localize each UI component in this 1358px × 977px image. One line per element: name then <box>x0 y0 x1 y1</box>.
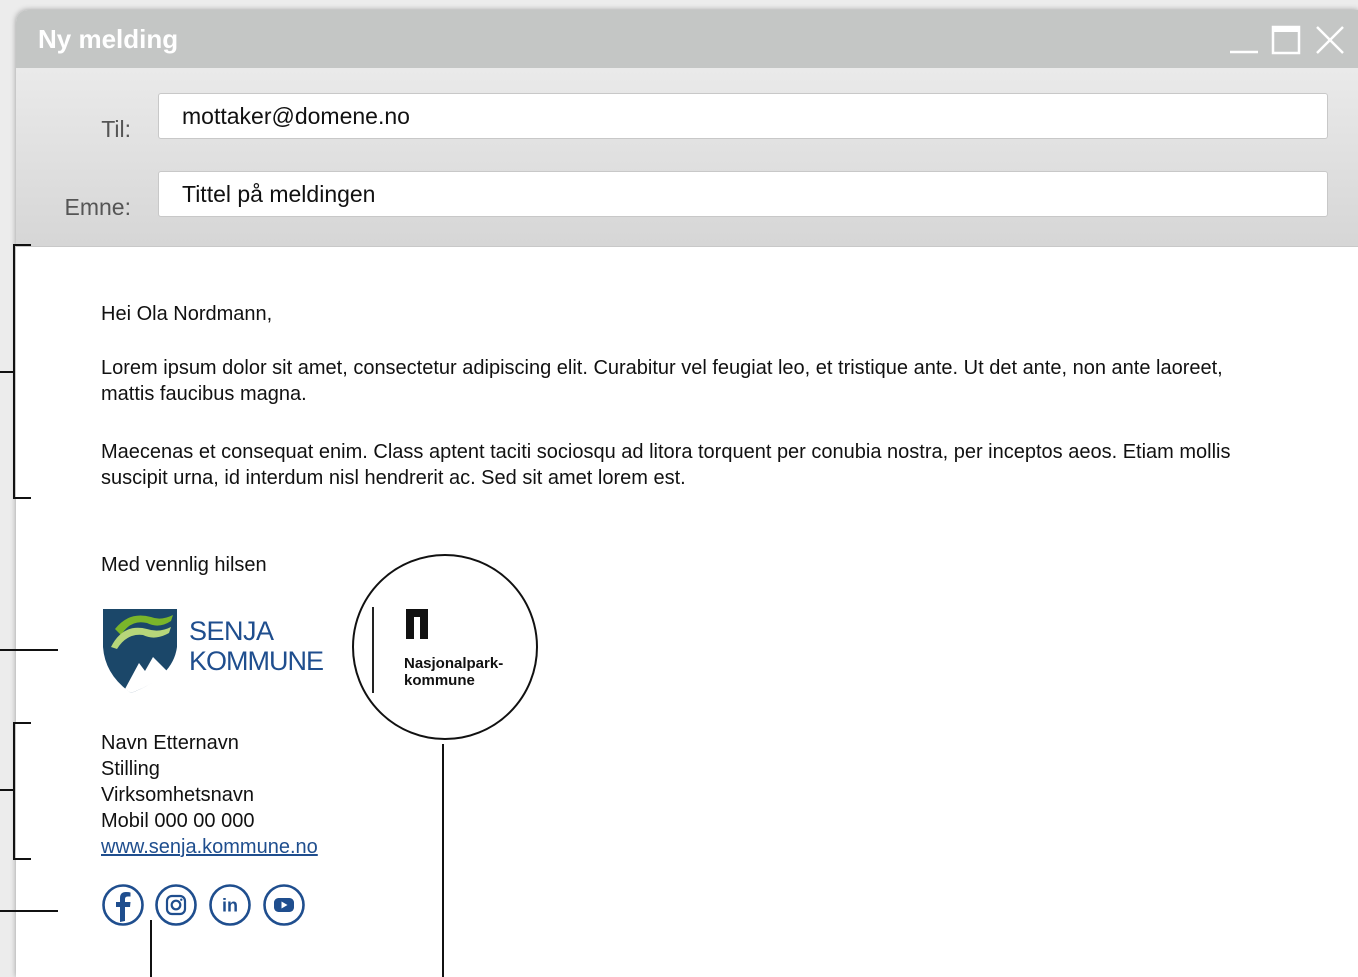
subject-field[interactable] <box>158 171 1328 217</box>
paragraph-1: Lorem ipsum dolor sit amet, consectetur … <box>101 357 1223 405</box>
signature-organization: Virksomhetsnavn <box>101 784 255 806</box>
callout-nasjonalpark-vertical <box>442 744 444 977</box>
window-title: Ny melding <box>38 24 179 54</box>
signature-name: Navn Etternavn <box>101 732 239 754</box>
signature-phone: Mobil 000 00 000 <box>101 810 255 832</box>
callout-social-vertical <box>150 920 152 977</box>
linkedin-icon[interactable]: in <box>208 883 252 927</box>
senja-logo-line-2: KOMMUNE <box>189 646 324 676</box>
youtube-icon[interactable] <box>262 883 306 927</box>
title-bar[interactable]: Ny melding <box>16 10 1358 68</box>
minimize-icon[interactable] <box>1228 24 1260 56</box>
compose-window: Ny melding Til: Emne: Hei Ola Nordmann, … <box>16 10 1358 977</box>
close-icon[interactable] <box>1314 24 1346 56</box>
greeting-text: Hei Ola Nordmann, <box>101 303 273 325</box>
callout-bracket-message-top <box>13 244 31 246</box>
message-header: Til: Emne: <box>16 68 1358 247</box>
callout-signature-pointer <box>0 789 14 791</box>
callout-social-pointer <box>0 910 58 912</box>
to-field[interactable] <box>158 93 1328 139</box>
paragraph-2: Maecenas et consequat enim. Class aptent… <box>101 441 1231 489</box>
callout-bracket-message-bottom <box>13 497 31 499</box>
svg-text:in: in <box>222 896 238 916</box>
message-body[interactable]: Hei Ola Nordmann, Lorem ipsum dolor sit … <box>16 247 1358 977</box>
instagram-icon[interactable] <box>154 883 198 927</box>
maximize-icon[interactable] <box>1270 24 1302 56</box>
coat-of-arms-icon <box>103 609 177 693</box>
signature-website-link[interactable]: www.senja.kommune.no <box>101 834 318 860</box>
nasjonalpark-logo-text: Nasjonalpark- kommune <box>404 655 503 689</box>
senja-kommune-logo: SENJA KOMMUNE <box>101 607 361 695</box>
highlight-circle <box>352 554 538 740</box>
callout-message-pointer <box>0 371 14 373</box>
facebook-icon[interactable] <box>101 883 145 927</box>
callout-bracket-signature-vertical <box>13 722 15 860</box>
np-text-line-1: Nasjonalpark- <box>404 655 504 672</box>
senja-logo-line-1: SENJA <box>189 616 274 646</box>
closing-text: Med vennlig hilsen <box>101 554 267 576</box>
np-text-line-2: kommune <box>404 672 475 689</box>
nasjonalpark-icon <box>406 609 428 639</box>
callout-logo-pointer <box>0 649 58 651</box>
subject-label: Emne: <box>64 194 131 220</box>
callout-bracket-signature-top <box>13 722 31 724</box>
to-label: Til: <box>101 116 131 142</box>
callout-bracket-signature-bottom <box>13 858 31 860</box>
signature-position: Stilling <box>101 758 160 780</box>
